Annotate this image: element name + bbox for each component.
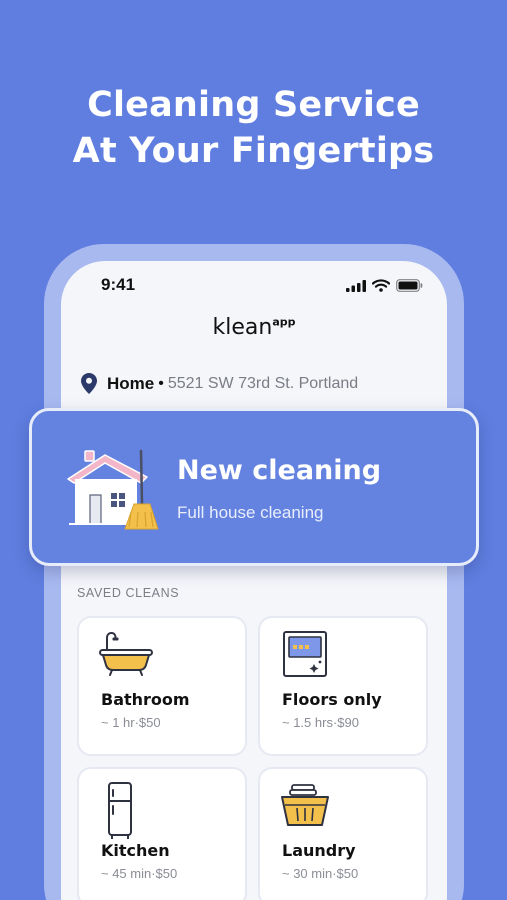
signal-icon: [346, 279, 366, 292]
fridge-icon: [108, 782, 132, 839]
saved-clean-meta: ~ 30 min·$50: [282, 866, 359, 881]
wifi-icon: [372, 279, 390, 292]
battery-icon: [396, 279, 423, 292]
address-separator: •: [158, 374, 164, 392]
new-cleaning-title: New cleaning: [177, 455, 382, 486]
house-broom-icon: [67, 449, 159, 530]
phone-screen: 9:41 kleanapp Home • 5521 SW 73rd St. Po…: [61, 261, 447, 900]
saved-clean-floors-only[interactable]: Floors only ~ 1.5 hrs·$90: [258, 616, 428, 756]
saved-clean-name: Laundry: [282, 841, 356, 860]
floor-icon: [283, 631, 327, 677]
brand-logo: kleanapp: [61, 315, 447, 340]
headline-line-2: At Your Fingertips: [72, 131, 435, 171]
saved-clean-kitchen[interactable]: Kitchen ~ 45 min·$50: [77, 767, 247, 900]
status-icons: [346, 279, 423, 292]
saved-clean-bathroom[interactable]: Bathroom ~ 1 hr·$50: [77, 616, 247, 756]
saved-clean-meta: ~ 1 hr·$50: [101, 715, 161, 730]
saved-clean-meta: ~ 1.5 hrs·$90: [282, 715, 359, 730]
saved-cleans-label: SAVED CLEANS: [77, 586, 180, 600]
saved-clean-name: Kitchen: [101, 841, 170, 860]
saved-clean-name: Floors only: [282, 690, 382, 709]
headline: Cleaning Service At Your Fingertips: [0, 82, 507, 174]
address-selector[interactable]: Home • 5521 SW 73rd St. Portland: [81, 373, 358, 394]
address-street: 5521 SW 73rd St. Portland: [167, 374, 359, 392]
saved-clean-laundry[interactable]: Laundry ~ 30 min·$50: [258, 767, 428, 900]
address-label: Home: [107, 373, 155, 393]
laundry-basket-icon: [281, 784, 329, 826]
saved-clean-name: Bathroom: [101, 690, 190, 709]
new-cleaning-subtitle: Full house cleaning: [177, 503, 324, 522]
status-time: 9:41: [101, 275, 136, 294]
brand-sup: app: [272, 315, 296, 329]
headline-line-1: Cleaning Service: [87, 85, 420, 125]
bathtub-icon: [99, 631, 153, 676]
new-cleaning-card[interactable]: New cleaning Full house cleaning: [29, 408, 479, 566]
location-pin-icon: [81, 373, 97, 394]
saved-clean-meta: ~ 45 min·$50: [101, 866, 178, 881]
brand-name: klean: [212, 315, 273, 340]
